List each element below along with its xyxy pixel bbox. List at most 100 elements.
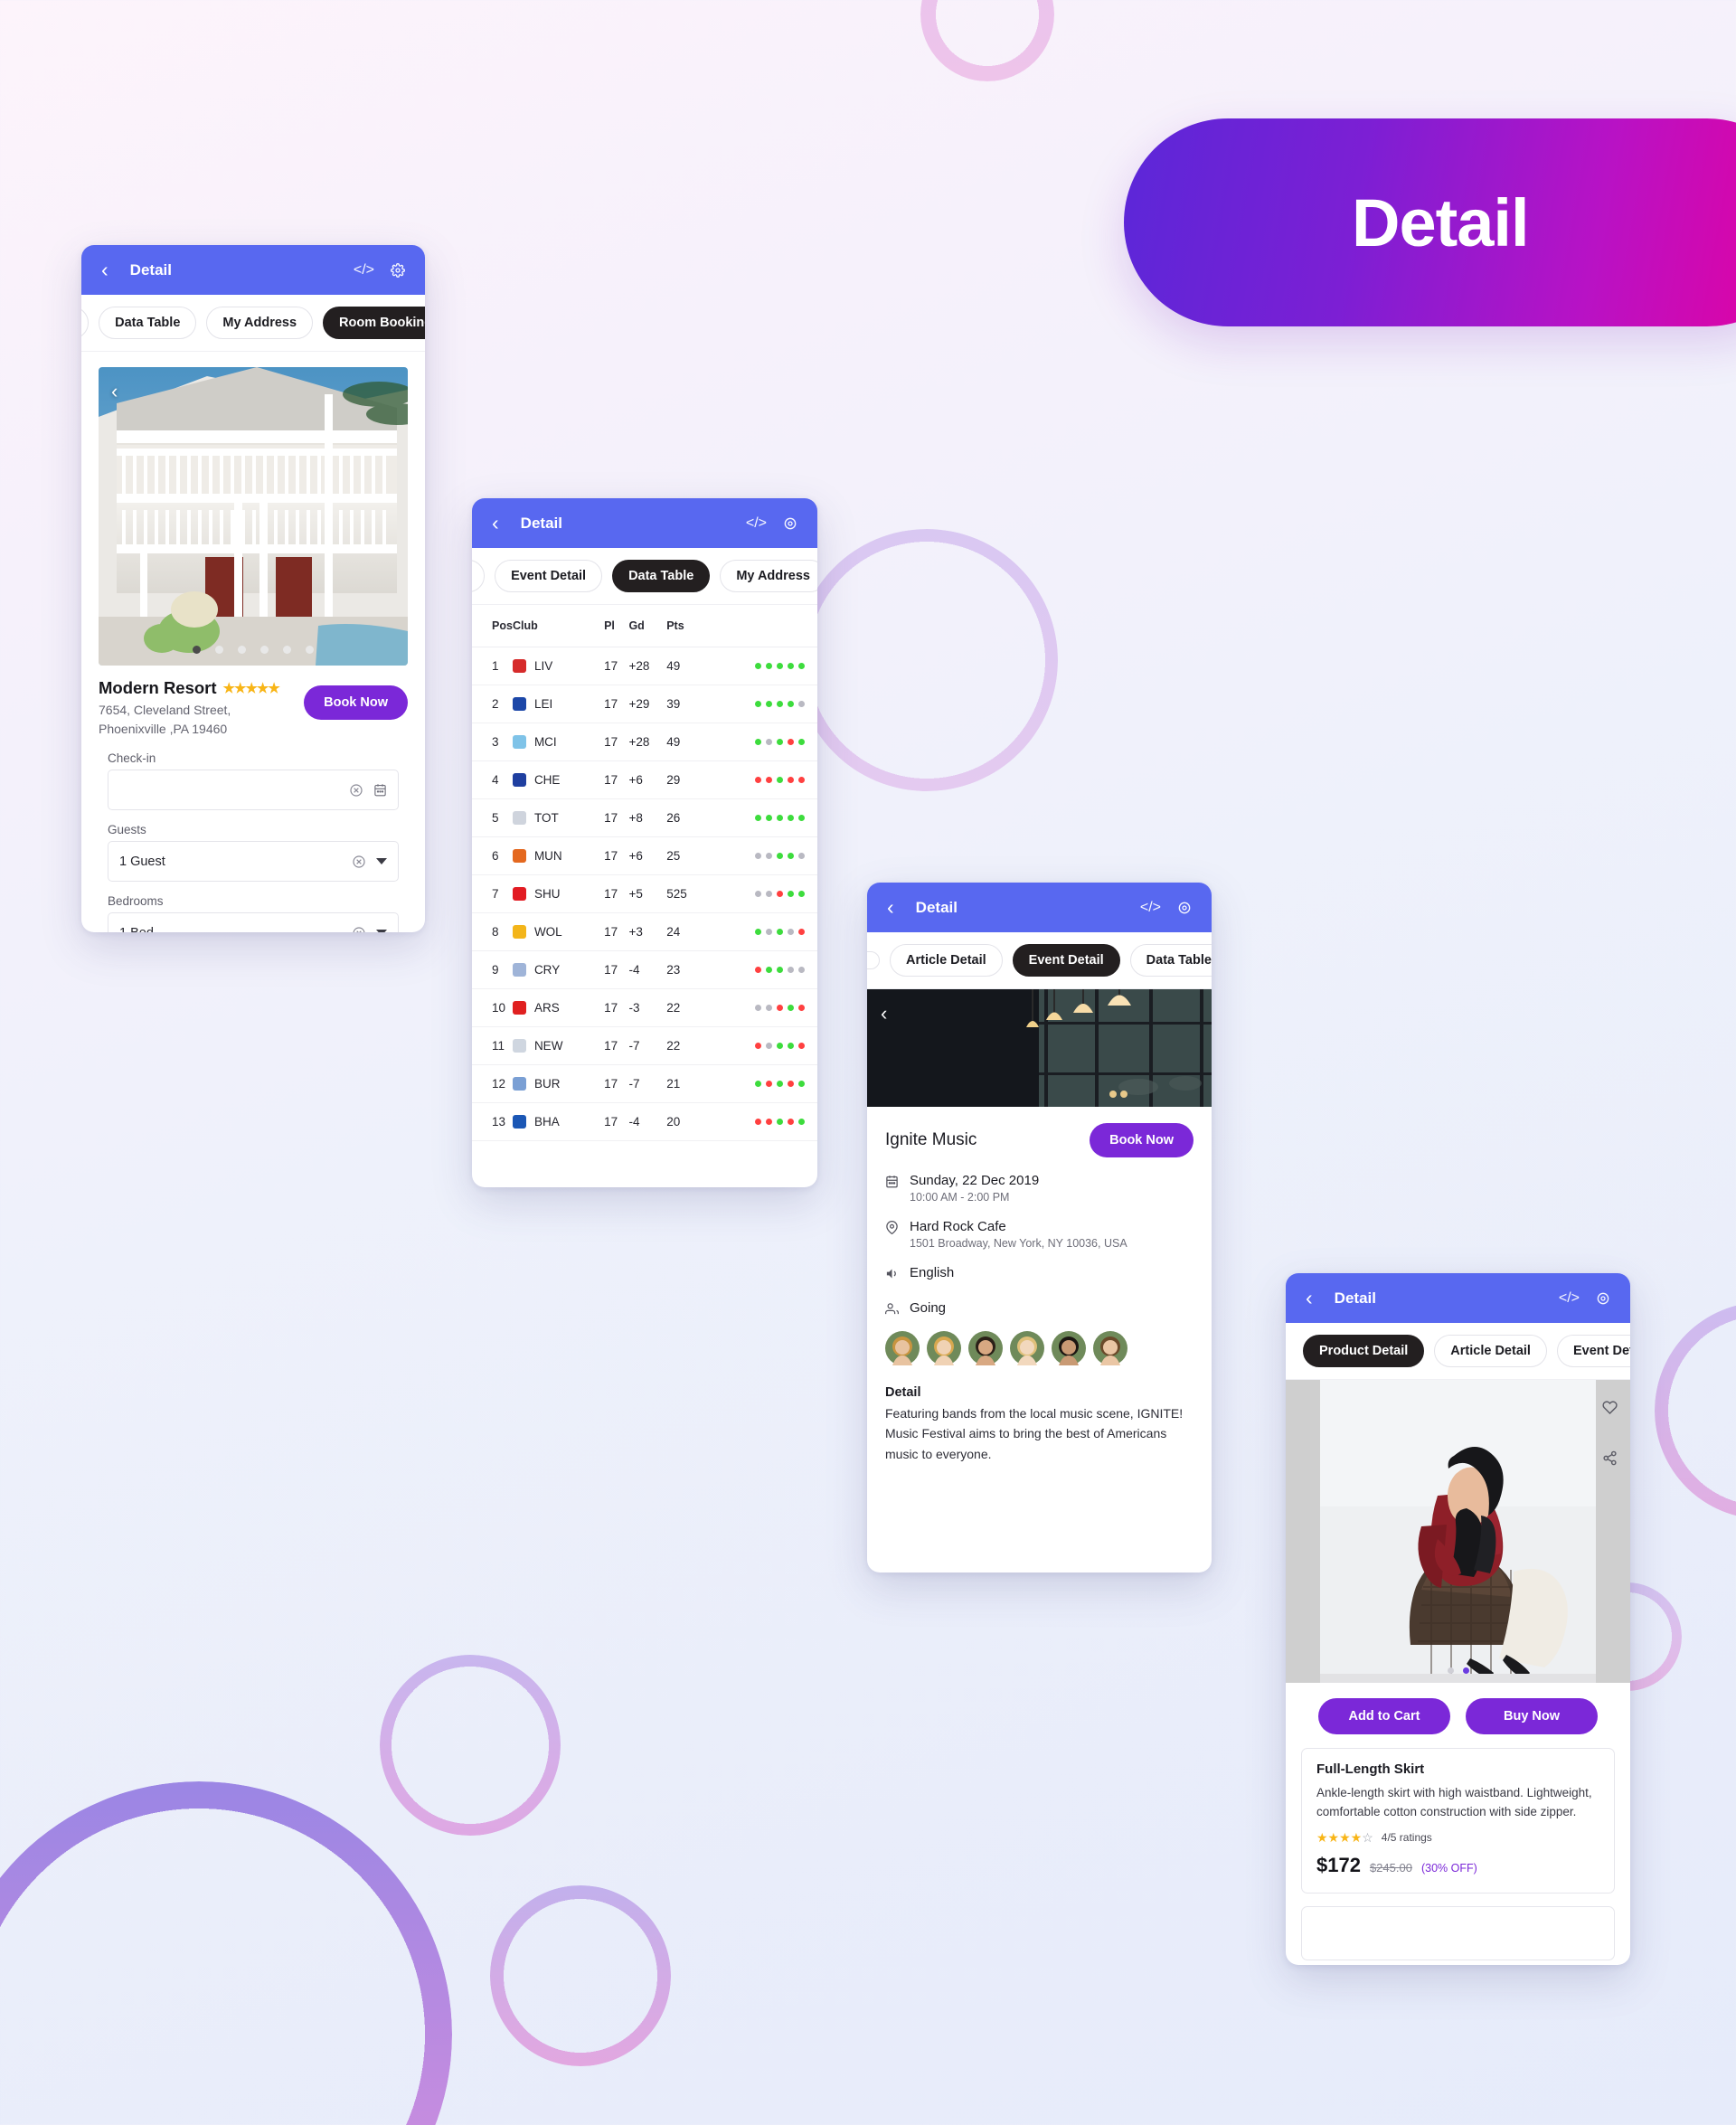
product-secondary-card <box>1301 1905 1615 1960</box>
cell-pos: 5 <box>472 798 513 837</box>
tab-data-table[interactable]: Data Table <box>1129 944 1212 977</box>
product-image-carousel[interactable] <box>1286 1380 1630 1683</box>
product-carousel-dot[interactable] <box>1447 1667 1454 1674</box>
event-back-icon[interactable]: ‹ <box>881 1002 887 1025</box>
avatar[interactable] <box>1010 1331 1044 1365</box>
tab-il[interactable]: il <box>472 560 486 592</box>
carousel-dot[interactable] <box>306 646 314 654</box>
gear-icon[interactable] <box>391 262 405 278</box>
table-row[interactable]: 6 MUN 17 +6 25 <box>472 836 817 875</box>
tab-my-address[interactable]: My Address <box>720 560 817 592</box>
cell-gd: +5 <box>628 874 667 913</box>
event-book-now-button[interactable]: Book Now <box>1090 1123 1194 1157</box>
table-row[interactable]: 11 NEW 17 -7 22 <box>472 1026 817 1065</box>
add-to-cart-button[interactable]: Add to Cart <box>1318 1698 1450 1734</box>
form-dot <box>766 777 772 783</box>
chevron-left-icon[interactable]: ‹ <box>887 897 894 918</box>
chevron-left-icon[interactable]: ‹ <box>1306 1288 1313 1308</box>
field-input[interactable]: 1 Guest <box>108 841 399 882</box>
chevron-down-icon[interactable] <box>376 930 387 932</box>
book-now-button[interactable]: Book Now <box>304 685 408 720</box>
avatar[interactable] <box>968 1331 1003 1365</box>
table-row[interactable]: 5 TOT 17 +8 26 <box>472 798 817 837</box>
cell-pts: 39 <box>666 685 704 723</box>
field-input[interactable] <box>108 770 399 810</box>
carousel-back-icon[interactable]: ‹ <box>111 380 118 403</box>
heart-icon[interactable] <box>1602 1400 1618 1420</box>
gear-icon[interactable] <box>1177 901 1192 915</box>
tab-room-booking[interactable]: Room Booking <box>323 307 425 339</box>
code-icon[interactable]: </> <box>1140 900 1161 916</box>
clear-circle-icon[interactable] <box>349 783 363 798</box>
table-row[interactable]: 10 ARS 17 -3 22 <box>472 988 817 1027</box>
event-title: Ignite Music <box>885 1130 977 1149</box>
avatar[interactable] <box>1052 1331 1086 1365</box>
cell-form <box>703 950 817 989</box>
cell-form <box>703 836 817 875</box>
table-row[interactable]: 1 LIV 17 +28 49 <box>472 647 817 685</box>
avatar[interactable] <box>885 1331 920 1365</box>
tab-data-table[interactable]: Data Table <box>99 307 197 339</box>
tab-event-detail[interactable]: Event Detail <box>1012 944 1120 977</box>
form-dot <box>777 663 783 669</box>
chevron-left-icon[interactable]: ‹ <box>101 260 108 280</box>
decorative-ring-small-two <box>490 1885 671 2066</box>
carousel-dots[interactable] <box>99 646 408 654</box>
clear-circle-icon[interactable] <box>352 855 366 869</box>
carousel-dot[interactable] <box>193 646 201 654</box>
cell-pts: 25 <box>666 836 704 875</box>
table-row[interactable]: 13 BHA 17 -4 20 <box>472 1102 817 1141</box>
tab-strip[interactable]: Article DetailEvent DetailData TableMy <box>867 932 1212 989</box>
tab-event-detail[interactable]: Event Detail <box>495 560 603 592</box>
cell-club: ARS <box>512 988 605 1027</box>
tab-article-detail[interactable]: Article Detail <box>890 944 1003 977</box>
form-dot <box>755 1005 761 1011</box>
table-row[interactable]: 3 MCI 17 +28 49 <box>472 722 817 761</box>
code-icon[interactable]: </> <box>354 262 374 279</box>
carousel-dot[interactable] <box>260 646 269 654</box>
product-price-row: $172 $245.00 (30% OFF) <box>1316 1854 1599 1877</box>
table-row[interactable]: 9 CRY 17 -4 23 <box>472 950 817 989</box>
tab-my-address[interactable]: My Address <box>206 307 314 339</box>
carousel-dot[interactable] <box>215 646 223 654</box>
product-carousel-dots[interactable] <box>1286 1667 1630 1674</box>
property-image-carousel[interactable]: ‹ <box>99 367 408 666</box>
calendar-icon[interactable] <box>373 783 387 797</box>
chevron-down-icon[interactable] <box>376 858 387 864</box>
product-carousel-dot[interactable] <box>1462 1667 1469 1674</box>
tab-ail[interactable]: ail <box>81 307 90 339</box>
gear-icon[interactable] <box>1596 1291 1610 1306</box>
gear-icon[interactable] <box>783 516 797 531</box>
tab-blank[interactable] <box>867 951 880 969</box>
cell-gd: -7 <box>628 1064 667 1103</box>
table-row[interactable]: 4 CHE 17 +6 29 <box>472 760 817 799</box>
field-value[interactable]: 1 Bed <box>119 926 342 933</box>
field-value[interactable]: 1 Guest <box>119 855 342 869</box>
chevron-left-icon[interactable]: ‹ <box>492 513 499 534</box>
table-row[interactable]: 12 BUR 17 -7 21 <box>472 1064 817 1103</box>
form-dot <box>755 663 761 669</box>
tab-article-detail[interactable]: Article Detail <box>1434 1335 1547 1367</box>
avatar[interactable] <box>1093 1331 1127 1365</box>
app-bar: ‹ Detail </> <box>472 498 817 548</box>
field-input[interactable]: 1 Bed <box>108 912 399 932</box>
table-row[interactable]: 8 WOL 17 +3 24 <box>472 912 817 951</box>
clear-circle-icon[interactable] <box>352 926 366 932</box>
tab-strip[interactable]: Product Detail Article Detail Event Detail <box>1286 1323 1630 1380</box>
form-dot <box>798 815 805 821</box>
carousel-dot[interactable] <box>283 646 291 654</box>
buy-now-button[interactable]: Buy Now <box>1466 1698 1598 1734</box>
tab-strip[interactable]: ail Data Table My Address Room Booking <box>81 295 425 352</box>
avatar[interactable] <box>927 1331 961 1365</box>
attendee-avatars[interactable] <box>867 1320 1212 1365</box>
table-row[interactable]: 2 LEI 17 +29 39 <box>472 685 817 723</box>
tab-product-detail[interactable]: Product Detail <box>1303 1335 1425 1367</box>
carousel-dot[interactable] <box>238 646 246 654</box>
table-row[interactable]: 7 SHU 17 +5 525 <box>472 874 817 913</box>
code-icon[interactable]: </> <box>1559 1290 1580 1307</box>
tab-strip[interactable]: ilEvent DetailData TableMy AddressR <box>472 548 817 605</box>
tab-data-table[interactable]: Data Table <box>612 560 711 592</box>
share-icon[interactable] <box>1602 1450 1618 1470</box>
code-icon[interactable]: </> <box>746 515 767 532</box>
tab-event-detail[interactable]: Event Detail <box>1556 1335 1630 1367</box>
